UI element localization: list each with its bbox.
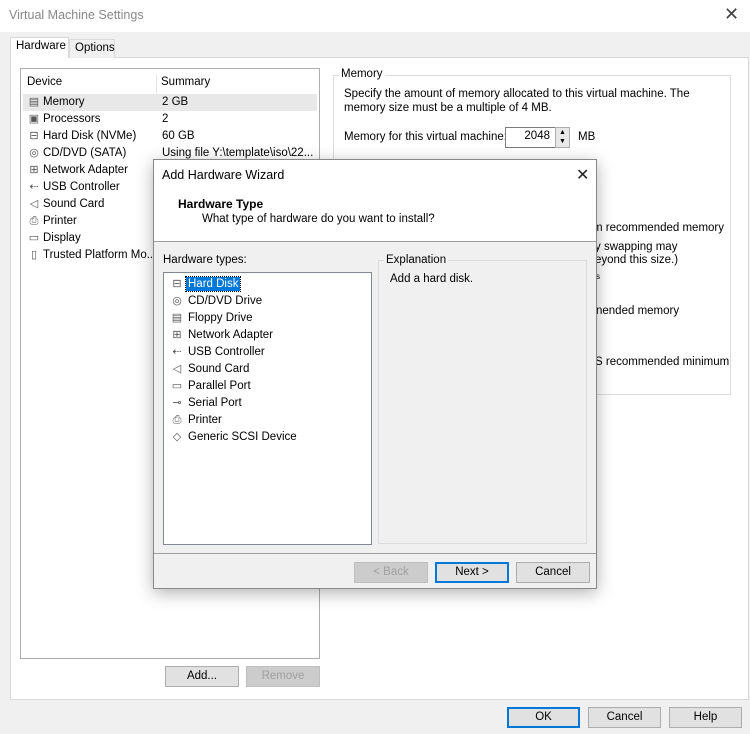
hardware-type-label: Network Adapter	[188, 329, 274, 341]
wizard-subheading: What type of hardware do you want to ins…	[202, 213, 435, 225]
tab-options[interactable]: Options	[69, 39, 115, 58]
memory-hint-text: m recommended memory	[593, 222, 725, 234]
hardware-type-label: Sound Card	[188, 363, 250, 375]
hardware-type-label: CD/DVD Drive	[188, 295, 263, 307]
device-name: Trusted Platform Mo...	[43, 249, 157, 261]
sound-card-icon: ◁	[172, 363, 182, 375]
hardware-type-label: Parallel Port	[188, 380, 251, 392]
floppy-icon: ▤	[171, 312, 183, 324]
network-adapter-icon: ⊞	[172, 329, 182, 341]
printer-icon: ⎙	[29, 215, 39, 227]
memory-field-label: Memory for this virtual machine:	[344, 131, 507, 143]
explanation-group	[378, 260, 587, 544]
spin-up-icon[interactable]: ▲	[556, 128, 569, 137]
device-name: Sound Card	[43, 198, 105, 210]
memory-input[interactable]: 2048	[505, 127, 556, 148]
device-name: Processors	[43, 113, 101, 125]
memory-hint-text: eyond this size.)	[595, 254, 679, 266]
device-name: Network Adapter	[43, 164, 129, 176]
cancel-button[interactable]: Cancel	[588, 707, 661, 728]
wizard-cancel-button[interactable]: Cancel	[516, 562, 590, 583]
usb-icon: ⇠	[29, 181, 39, 193]
processor-icon: ▣	[28, 113, 40, 125]
memory-group-label: Memory	[339, 68, 385, 80]
hardware-type-label: Generic SCSI Device	[188, 431, 297, 443]
tpm-icon: ▯	[30, 249, 38, 261]
device-row-hard-disk-nvme[interactable]: ⊟ Hard Disk (NVMe) 60 GB	[23, 128, 317, 145]
device-name: Display	[43, 232, 81, 244]
network-adapter-icon: ⊞	[29, 164, 39, 176]
usb-icon: ⇠	[172, 346, 182, 358]
device-name: USB Controller	[43, 181, 120, 193]
hardware-type-label: USB Controller	[188, 346, 265, 358]
parallel-port-icon: ▭	[171, 380, 183, 392]
display-icon: ▭	[28, 232, 40, 244]
add-button[interactable]: Add...	[165, 666, 239, 687]
close-icon[interactable]: ✕	[576, 165, 589, 185]
device-list-header: Device Summary	[21, 73, 317, 94]
hardware-type-label: Floppy Drive	[188, 312, 253, 324]
divider	[154, 553, 596, 554]
cd-dvd-icon: ◎	[29, 147, 39, 159]
device-summary: 2	[162, 113, 169, 125]
memory-unit: MB	[578, 131, 596, 143]
window-title: Virtual Machine Settings	[9, 8, 144, 22]
memory-icon: ▤	[28, 96, 40, 108]
explanation-text: Add a hard disk.	[390, 273, 474, 285]
explanation-label: Explanation	[384, 254, 449, 266]
sound-card-icon: ◁	[29, 198, 39, 210]
device-name: Hard Disk (NVMe)	[43, 130, 137, 142]
close-icon[interactable]: ✕	[724, 4, 739, 25]
device-summary: Using file Y:\template\iso\22...	[162, 147, 314, 159]
add-hardware-wizard-dialog: Add Hardware Wizard ✕ Hardware Type What…	[153, 159, 597, 589]
memory-description: Specify the amount of memory allocated t…	[344, 88, 690, 114]
device-summary: 2 GB	[162, 96, 189, 108]
memory-hint-text: y swapping may	[595, 241, 678, 253]
help-button[interactable]: Help	[669, 707, 742, 728]
device-row-memory[interactable]: ▤ Memory 2 GB	[23, 94, 317, 111]
device-name: CD/DVD (SATA)	[43, 147, 127, 159]
column-summary[interactable]: Summary	[161, 76, 210, 88]
hardware-types-list[interactable]: ⊟ Hard Disk ◎ CD/DVD Drive ▤ Floppy Drive ⊞ Net…	[163, 272, 372, 545]
next-button[interactable]: Next >	[435, 562, 509, 583]
spin-down-icon[interactable]: ▼	[556, 137, 569, 146]
title-bar: Virtual Machine Settings ✕	[0, 0, 750, 32]
ok-button[interactable]: OK	[507, 707, 580, 728]
remove-button[interactable]: Remove	[246, 666, 320, 687]
hardware-types-label: Hardware types:	[163, 254, 247, 266]
printer-icon: ⎙	[172, 414, 182, 426]
hardware-type-label: Printer	[188, 414, 222, 426]
hardware-type-label: Hard Disk	[184, 276, 242, 292]
wizard-title: Add Hardware Wizard	[162, 168, 285, 182]
hard-disk-icon: ⊟	[29, 130, 39, 142]
wizard-heading: Hardware Type	[178, 197, 264, 211]
serial-port-icon: ⊸	[172, 397, 182, 409]
tab-hardware[interactable]: Hardware	[10, 37, 69, 58]
hard-disk-icon: ⊟	[172, 278, 182, 290]
device-name: Printer	[43, 215, 77, 227]
memory-hint-text: nended memory	[596, 305, 680, 317]
column-device[interactable]: Device	[27, 76, 62, 88]
device-name: Memory	[43, 96, 85, 108]
device-row-processors[interactable]: ▣ Processors 2	[23, 111, 317, 128]
wizard-header: Add Hardware Wizard ✕ Hardware Type What…	[154, 160, 596, 242]
back-button[interactable]: < Back	[354, 562, 428, 583]
hardware-type-label: Serial Port	[188, 397, 242, 409]
scsi-icon: ◇	[172, 431, 182, 443]
cd-dvd-icon: ◎	[172, 295, 182, 307]
device-summary: 60 GB	[162, 130, 195, 142]
memory-hint-text: S recommended minimum	[595, 356, 730, 368]
memory-spinner[interactable]: ▲ ▼	[555, 127, 570, 148]
